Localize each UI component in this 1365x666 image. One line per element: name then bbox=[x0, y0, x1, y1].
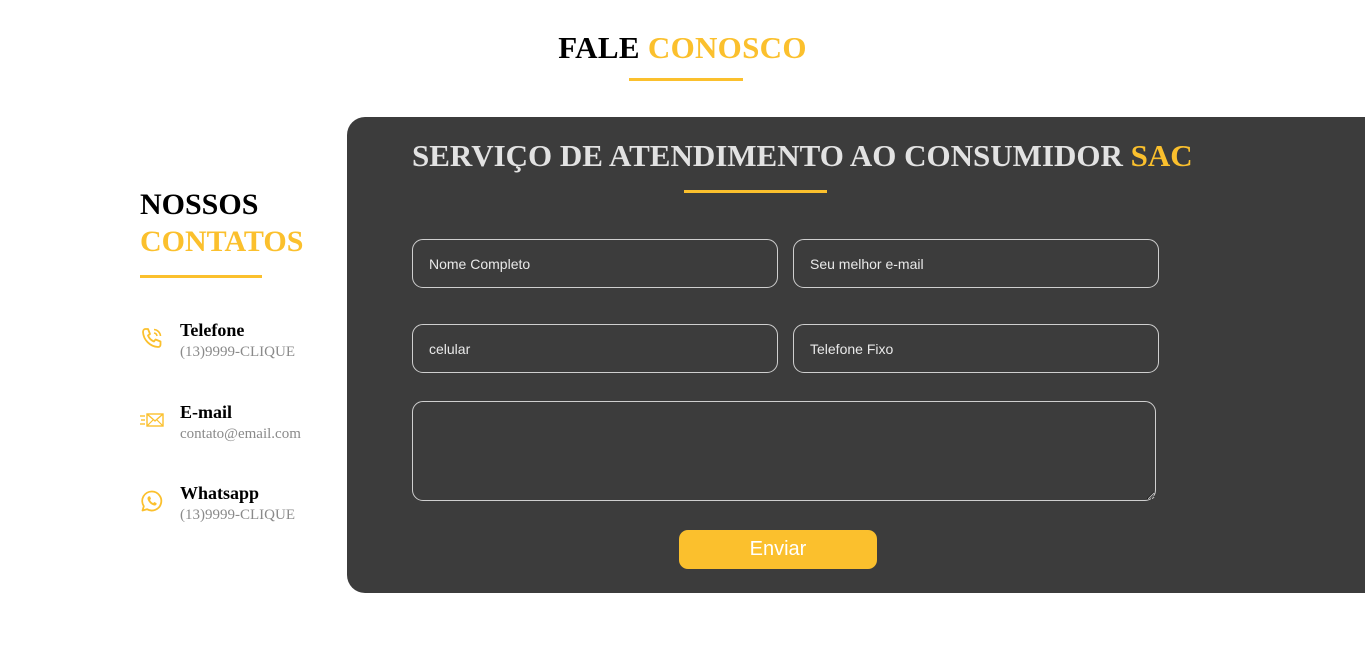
sac-title: SERVIÇO DE ATENDIMENTO AO CONSUMIDOR SAC bbox=[412, 138, 1193, 174]
contact-item-phone: Telefone (13)9999-CLIQUE bbox=[140, 320, 340, 370]
contacts-heading-main: NOSSOS bbox=[140, 188, 259, 221]
email-input[interactable] bbox=[793, 239, 1159, 288]
sac-title-main: SERVIÇO DE ATENDIMENTO AO CONSUMIDOR bbox=[412, 138, 1123, 173]
phone-icon bbox=[140, 326, 164, 350]
page-title-main: FALE bbox=[558, 30, 640, 65]
sac-title-accent: SAC bbox=[1130, 138, 1193, 173]
contact-value: (13)9999-CLIQUE bbox=[180, 344, 295, 360]
contacts-heading-accent: CONTATOS bbox=[140, 225, 304, 258]
page-title: FALE CONOSCO bbox=[0, 30, 1365, 66]
title-underline bbox=[629, 78, 743, 81]
whatsapp-icon bbox=[140, 489, 164, 513]
name-input[interactable] bbox=[412, 239, 778, 288]
email-icon bbox=[140, 408, 164, 432]
contacts-heading: NOSSOS CONTATOS bbox=[140, 186, 303, 260]
contacts-underline bbox=[140, 275, 262, 278]
contact-label: E-mail bbox=[180, 402, 232, 422]
sac-underline bbox=[684, 190, 827, 193]
send-button[interactable]: Enviar bbox=[679, 530, 877, 569]
contact-value: (13)9999-CLIQUE bbox=[180, 507, 295, 523]
contact-label: Telefone bbox=[180, 320, 245, 340]
contact-label: Whatsapp bbox=[180, 483, 260, 503]
cellphone-input[interactable] bbox=[412, 324, 778, 373]
contact-item-whatsapp: Whatsapp (13)9999-CLIQUE bbox=[140, 483, 340, 533]
message-textarea[interactable] bbox=[412, 401, 1156, 501]
contact-value: contato@email.com bbox=[180, 426, 301, 442]
landline-input[interactable] bbox=[793, 324, 1159, 373]
contact-item-email: E-mail contato@email.com bbox=[140, 402, 340, 452]
page-title-accent: CONOSCO bbox=[647, 30, 807, 65]
